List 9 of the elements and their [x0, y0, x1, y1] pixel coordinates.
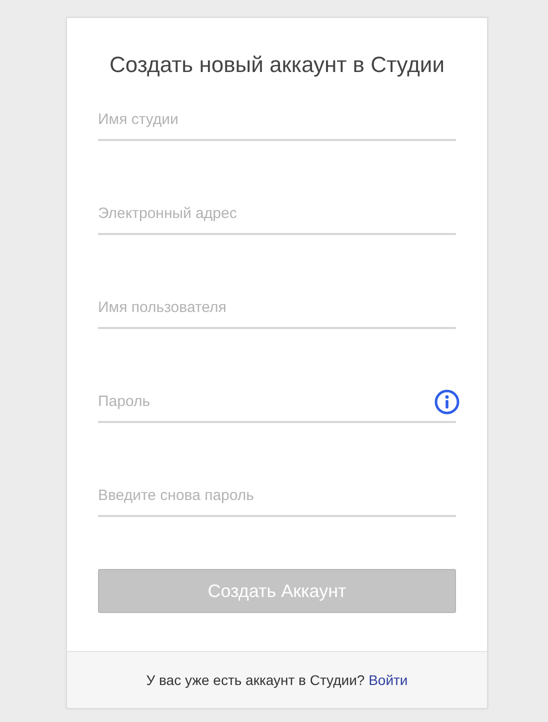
- login-link[interactable]: Войти: [368, 672, 408, 688]
- input-field[interactable]: Электронный адрес: [98, 193, 456, 235]
- input-field[interactable]: Имя пользователя: [98, 287, 456, 329]
- input-field[interactable]: Введите снова пароль: [98, 475, 456, 517]
- login-prompt: У вас уже есть аккаунт в Студии? Войти: [146, 672, 408, 688]
- input-field[interactable]: Пароль: [98, 381, 456, 423]
- form-title: Создать новый аккаунт в Студии: [108, 51, 446, 79]
- info-icon[interactable]: [434, 389, 460, 415]
- input-field[interactable]: Имя студии: [98, 99, 456, 141]
